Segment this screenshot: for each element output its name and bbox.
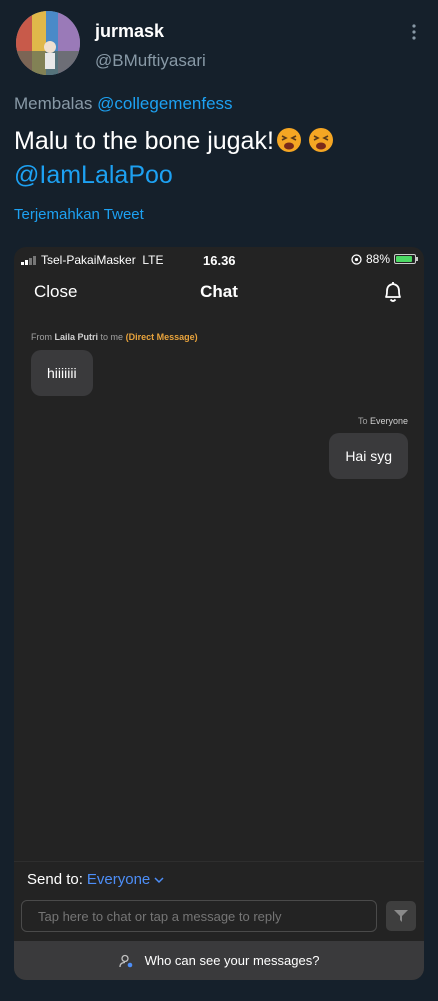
- send-to-value[interactable]: Everyone: [87, 871, 150, 888]
- tweet-text: Malu to the bone jugak!: [14, 127, 274, 155]
- phone-status-bar: Tsel-PakaiMasker LTE 16.36 88%: [14, 247, 424, 273]
- reply-context: Membalas @collegemenfess: [14, 94, 233, 114]
- message-meta: To Everyone: [357, 416, 408, 426]
- tweet-header: jurmask @BMuftiyasari: [14, 10, 424, 80]
- bell-icon[interactable]: [382, 280, 404, 304]
- chevron-down-icon: [154, 876, 164, 883]
- tired-face-emoji-icon: [308, 128, 333, 152]
- send-to-selector[interactable]: Send to: Everyone: [27, 871, 164, 888]
- signal-icon: [21, 256, 36, 265]
- message-bubble-sent[interactable]: Hai syg: [329, 433, 408, 479]
- more-options-icon[interactable]: [404, 20, 424, 44]
- chat-title: Chat: [200, 282, 238, 301]
- message-bubble-received[interactable]: hiiiiiii: [31, 350, 93, 396]
- privacy-label: Who can see your messages?: [144, 953, 320, 968]
- author-name[interactable]: jurmask: [95, 21, 164, 42]
- author-handle[interactable]: @BMuftiyasari: [95, 51, 206, 71]
- privacy-info-bar[interactable]: Who can see your messages?: [14, 941, 424, 980]
- person-settings-icon: [118, 954, 132, 967]
- battery-status: 88%: [351, 252, 418, 266]
- divider: [14, 861, 424, 862]
- send-icon: [394, 910, 408, 922]
- battery-percent: 88%: [365, 252, 390, 266]
- direct-message-tag: (Direct Message): [125, 332, 198, 342]
- avatar[interactable]: [16, 11, 80, 75]
- reply-prefix: Membalas: [14, 94, 93, 113]
- message-meta: From Laila Putri to me (Direct Message): [31, 332, 198, 342]
- reply-to-link[interactable]: @collegemenfess: [97, 94, 232, 113]
- chat-input[interactable]: [21, 900, 377, 932]
- carrier-label: Tsel-PakaiMasker LTE: [41, 253, 164, 267]
- send-button[interactable]: [386, 901, 416, 931]
- attached-screenshot[interactable]: Tsel-PakaiMasker LTE 16.36 88% Close Cha…: [14, 247, 424, 980]
- orientation-lock-icon: [351, 253, 362, 265]
- sender-name: Laila Putri: [54, 332, 99, 342]
- translate-link[interactable]: Terjemahkan Tweet: [14, 206, 144, 223]
- mention-link[interactable]: @IamLalaPoo: [14, 158, 424, 192]
- tweet-body: Malu to the bone jugak! @IamLalaPoo: [14, 124, 424, 192]
- battery-icon: [394, 254, 418, 264]
- send-to-label: Send to:: [27, 871, 83, 888]
- clock: 16.36: [203, 253, 236, 268]
- tired-face-emoji-icon: [276, 128, 301, 152]
- chat-header: Close Chat: [14, 275, 424, 311]
